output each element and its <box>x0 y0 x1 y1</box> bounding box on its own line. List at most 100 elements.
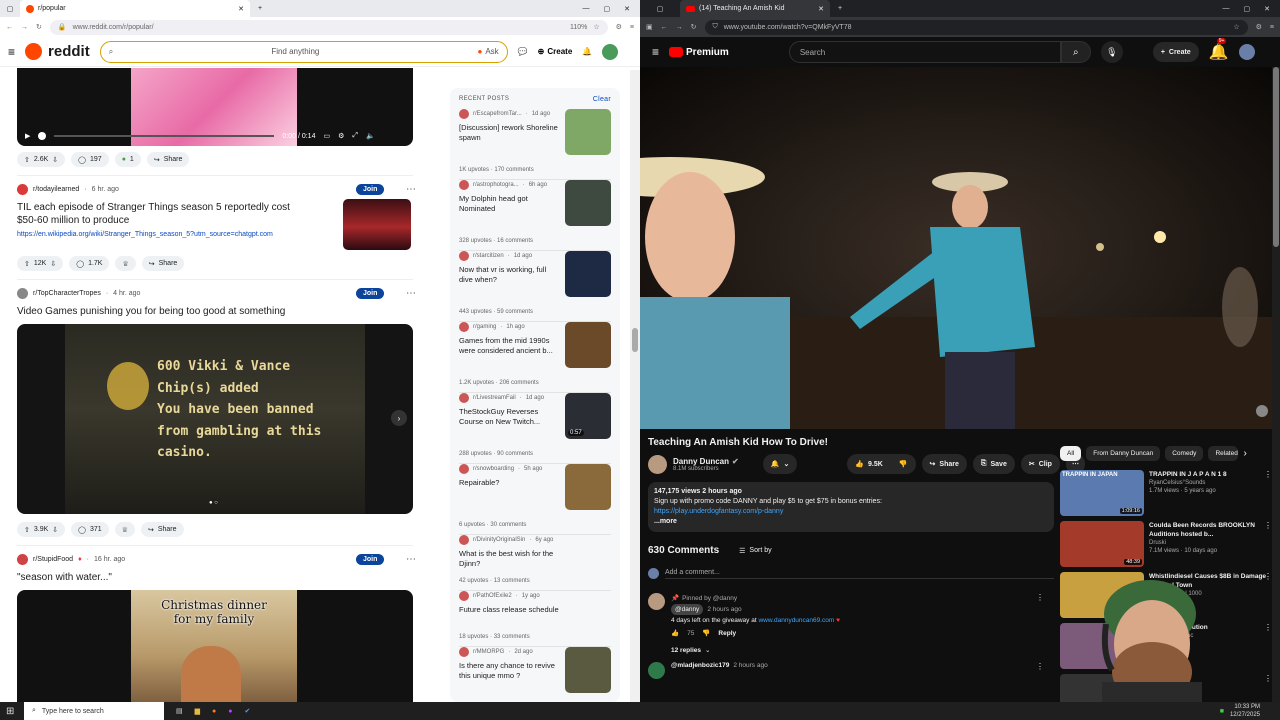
comment-author[interactable]: @mladjenbozic179 <box>671 662 729 679</box>
video-thumbnail[interactable]: 48:39 <box>1060 521 1144 567</box>
zoom-level[interactable]: 110% <box>570 24 587 31</box>
chip-all[interactable]: All <box>1060 446 1082 461</box>
address-bar[interactable]: 🔒 www.reddit.com/r/popular/ 110% ☆ <box>49 19 608 35</box>
subscribed-button[interactable]: 🔔 ⌄ <box>762 454 798 474</box>
more-options-icon[interactable]: ⋯ <box>406 184 416 195</box>
downvote-icon[interactable]: ⇩ <box>50 260 56 268</box>
recent-thumbnail[interactable] <box>565 251 611 297</box>
vote-pill[interactable]: ⇧ 12K ⇩ <box>17 256 64 271</box>
post-thumbnail[interactable] <box>343 199 411 250</box>
recent-title[interactable]: TheStockGuy Reverses Course on New Twitc… <box>459 407 559 427</box>
subreddit-name[interactable]: r/TopCharacterTropes <box>33 290 101 297</box>
comments-button[interactable]: ◯ 197 <box>71 152 109 167</box>
recent-subreddit[interactable]: r/starcitizen <box>473 253 504 259</box>
back-icon[interactable]: ← <box>661 24 668 31</box>
new-tab-icon[interactable]: + <box>838 5 842 12</box>
recent-title[interactable]: What is the best wish for the Djinn? <box>459 549 559 569</box>
post-image-gallery[interactable]: 600 Vikki & Vance Chip(s) added You have… <box>17 324 413 514</box>
taskbar-search[interactable]: ⌕ Type here to search <box>24 702 164 720</box>
search-input[interactable]: ⌕ Find anything ● Ask <box>99 40 508 63</box>
channel-name[interactable]: Druski <box>1149 539 1272 547</box>
scrollbar-thumb[interactable] <box>1273 67 1279 247</box>
forward-icon[interactable]: → <box>676 24 683 31</box>
recent-thumbnail[interactable]: 0:57 <box>565 393 611 439</box>
video-menu-icon[interactable]: ⋮ <box>1264 521 1272 530</box>
close-tab-icon[interactable]: ✕ <box>238 5 244 13</box>
fullscreen-icon[interactable]: ⤢ <box>352 132 358 140</box>
close-window-icon[interactable]: ✕ <box>1264 5 1270 13</box>
hamburger-icon[interactable]: ≡ <box>8 45 15 59</box>
firefox-icon[interactable]: ● <box>212 708 216 715</box>
tab-reddit[interactable]: r/popular ✕ <box>20 0 250 17</box>
recent-post-item[interactable]: r/PathOfExile2 · 1y ago Future class releas… <box>459 591 611 647</box>
save-button[interactable]: ⎘ Save <box>972 454 1015 474</box>
notifications-icon[interactable]: 🔔 9+ <box>1209 38 1229 62</box>
comment-author-avatar[interactable] <box>648 662 665 679</box>
play-icon[interactable]: ▶ <box>25 132 30 140</box>
vote-pill[interactable]: ⇧ 2.6K ⇩ <box>17 152 66 167</box>
settings-icon[interactable]: ⚙ <box>338 132 344 140</box>
ask-button[interactable]: ● Ask <box>478 47 499 56</box>
comment-author[interactable]: @danny <box>671 604 704 615</box>
join-button[interactable]: Join <box>356 554 385 565</box>
award-button[interactable]: ● 1 <box>114 152 141 167</box>
file-explorer-icon[interactable]: ▆ <box>195 707 200 715</box>
app-icon[interactable]: ✔ <box>244 707 250 715</box>
recent-post-item[interactable]: r/LivestreamFail · 1d ago TheStockGuy Rever… <box>459 393 611 464</box>
post-stupidfood[interactable]: r/StupidFood ♦ · 16 hr. ago Join ⋯ "seaso… <box>0 554 430 702</box>
comment-link[interactable]: www.dannyduncan69.com <box>758 617 834 624</box>
more-options-icon[interactable]: ⋯ <box>406 554 416 565</box>
mic-icon[interactable]: 🎙 <box>1100 41 1123 63</box>
share-button[interactable]: ↪ Share <box>141 256 185 271</box>
join-button[interactable]: Join <box>356 184 385 195</box>
comments-button[interactable]: ◯ 371 <box>71 522 109 537</box>
chat-icon[interactable]: 💬 <box>518 47 528 56</box>
page-scrollbar[interactable] <box>630 70 640 702</box>
search-button[interactable]: ⌕ <box>1060 41 1091 63</box>
post-title[interactable]: Video Games punishing you for being too … <box>0 305 430 318</box>
captions-icon[interactable]: ▭ <box>323 132 330 140</box>
recent-thumbnail[interactable] <box>565 647 611 693</box>
share-button[interactable]: ↪ Share <box>140 522 184 537</box>
close-tab-icon[interactable]: ✕ <box>818 5 824 13</box>
downvote-icon[interactable]: ⇩ <box>52 526 58 534</box>
close-window-icon[interactable]: ✕ <box>624 5 630 13</box>
chip-from-channel[interactable]: From Danny Duncan <box>1086 446 1161 461</box>
video-title[interactable]: TRAPPIN IN J A P A N 1 8 <box>1149 470 1272 479</box>
menu-icon[interactable]: ≡ <box>630 24 634 31</box>
bookmark-star-icon[interactable]: ☆ <box>593 23 599 31</box>
recent-thumbnail[interactable] <box>565 322 611 368</box>
recent-subreddit[interactable]: r/astrophotogra... <box>473 182 519 188</box>
tab-actions-icon[interactable]: ▢ <box>640 5 680 13</box>
recent-post-item[interactable]: r/snowboarding · 5h ago Repairable? 6 upvote… <box>459 464 611 535</box>
minimize-icon[interactable]: — <box>1223 5 1230 13</box>
recent-subreddit[interactable]: r/DivinityOriginalSin <box>473 537 525 543</box>
post-video[interactable]: Christmas dinner for my family <box>17 590 413 702</box>
comment-author-avatar[interactable] <box>648 593 665 610</box>
recent-post-item[interactable]: r/starcitizen · 1d ago Now that vr is worki… <box>459 251 611 322</box>
recommended-video[interactable]: TRAPPIN IN JAPAN 1:09:16 TRAPPIN IN J A P … <box>1060 470 1272 520</box>
tab-youtube[interactable]: (14) Teaching An Amish Kid ✕ <box>680 0 830 17</box>
video-menu-icon[interactable]: ⋮ <box>1264 674 1272 683</box>
volume-icon[interactable]: 🔈 <box>366 132 375 140</box>
more-options-icon[interactable]: ⋯ <box>406 288 416 299</box>
avatar[interactable] <box>602 43 619 60</box>
award-button[interactable]: ♕ <box>114 522 135 537</box>
page-scrollbar[interactable] <box>1272 67 1280 702</box>
like-button[interactable]: 👍 9.5K <box>847 454 891 474</box>
recent-post-item[interactable]: r/DivinityOriginalSin · 6y ago What is the … <box>459 535 611 591</box>
recent-post-item[interactable]: r/astrophotogra... · 6h ago My Dolphin head… <box>459 180 611 251</box>
next-image-icon[interactable]: › <box>391 410 407 426</box>
dislike-button[interactable]: 👎 <box>890 454 916 474</box>
chevron-right-icon[interactable]: › <box>1243 448 1246 459</box>
recent-title[interactable]: My Dolphin head got Nominated <box>459 194 559 214</box>
extensions-icon[interactable]: ⚙ <box>1256 23 1262 31</box>
video-player[interactable] <box>640 67 1272 429</box>
subreddit-name[interactable]: r/StupidFood <box>33 556 73 563</box>
chip-related[interactable]: Related <box>1208 446 1239 461</box>
recent-thumbnail[interactable] <box>565 464 611 510</box>
recent-post-item[interactable]: r/gaming · 1h ago Games from the mid 1990s … <box>459 322 611 393</box>
recent-thumbnail[interactable] <box>565 109 611 155</box>
forward-icon[interactable]: → <box>21 24 28 31</box>
reddit-logo[interactable]: reddit <box>25 43 90 60</box>
